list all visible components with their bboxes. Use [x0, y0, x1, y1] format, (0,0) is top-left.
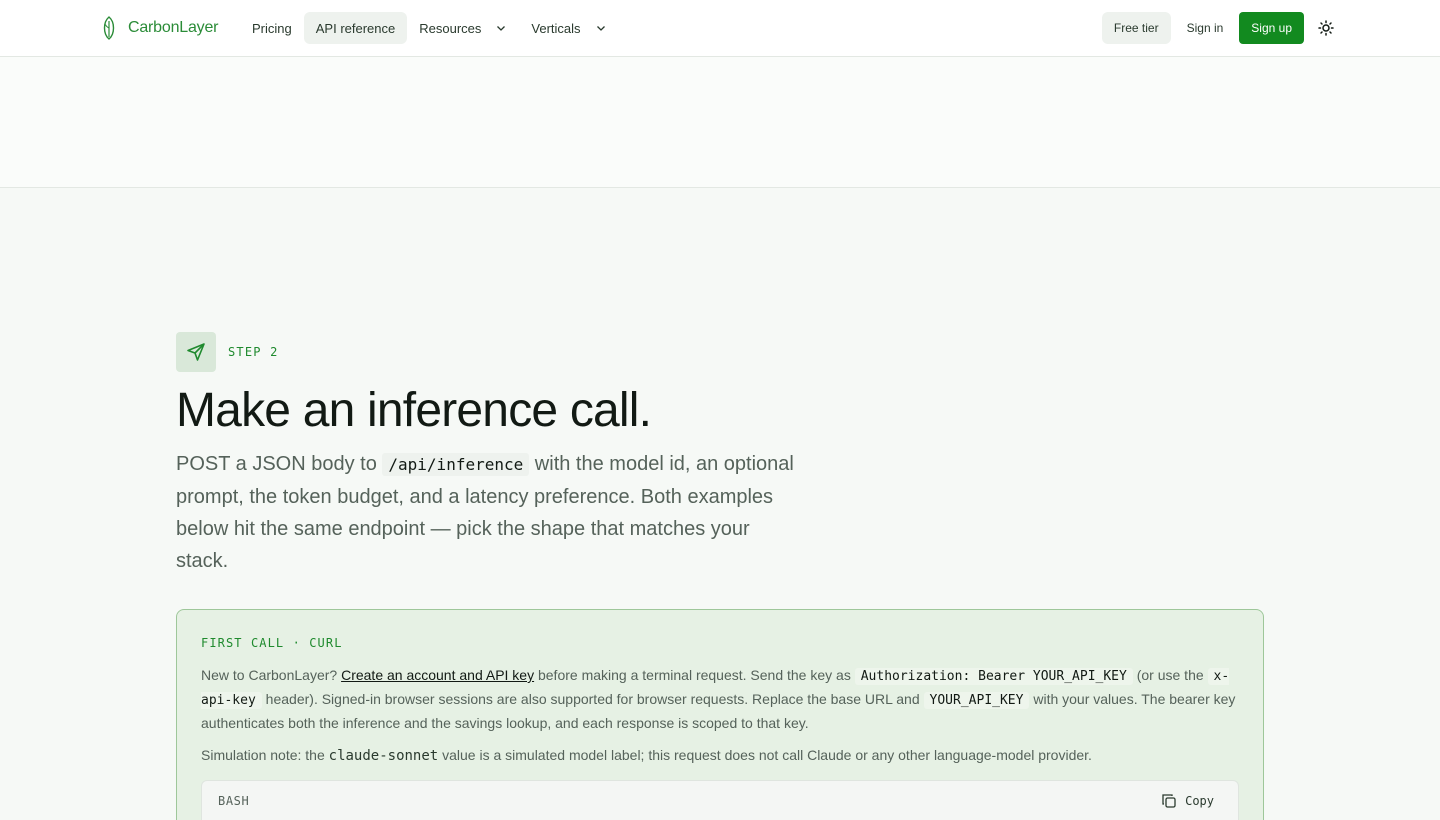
create-account-link[interactable]: Create an account and API key — [341, 667, 534, 683]
step-icon-badge — [176, 332, 216, 372]
step-label: STEP 2 — [228, 345, 279, 359]
code-block-header: BASH Copy — [201, 780, 1239, 820]
copy-button-label: Copy — [1185, 794, 1214, 808]
chevron-down-icon — [497, 26, 506, 31]
callout-text-4: header). Signed-in browser sessions are … — [261, 691, 924, 707]
top-navigation: CarbonLayer Pricing API reference Resour… — [0, 0, 1440, 57]
simulation-note: Simulation note: the claude-sonnet value… — [201, 745, 1239, 766]
lede-text-1: POST a JSON body to — [176, 453, 383, 475]
copy-icon — [1162, 794, 1176, 808]
header-actions: Free tier Sign in Sign up — [1101, 12, 1340, 44]
code-language-label: BASH — [218, 794, 250, 808]
note-text-2: value is a simulated model label; this r… — [438, 747, 1092, 763]
callout-eyebrow: FIRST CALL · CURL — [201, 636, 343, 650]
nav-verticals[interactable]: Verticals — [519, 12, 618, 44]
primary-nav: Pricing API reference Resources Vertical… — [240, 12, 619, 44]
endpoint-path: /api/inference — [382, 453, 530, 476]
nav-pricing[interactable]: Pricing — [240, 12, 304, 44]
callout-text-1: New to CarbonLayer? — [201, 667, 342, 683]
free-tier-button[interactable]: Free tier — [1101, 12, 1171, 44]
hero-band — [0, 57, 1440, 188]
brand-logo-link[interactable]: CarbonLayer — [100, 16, 219, 40]
sign-up-button[interactable]: Sign up — [1239, 12, 1304, 44]
page-title: Make an inference call. — [176, 384, 652, 437]
auth-header-code: Authorization: Bearer YOUR_API_KEY — [854, 668, 1133, 685]
nav-resources[interactable]: Resources — [407, 12, 519, 44]
nav-resources-label: Resources — [419, 20, 482, 36]
note-text-1: Simulation note: the — [201, 747, 329, 763]
callout-text-3: (or use the — [1132, 667, 1208, 683]
nav-pricing-label: Pricing — [252, 20, 292, 36]
nav-api-reference[interactable]: API reference — [303, 12, 408, 44]
section-description: POST a JSON body to /api/inference with … — [176, 448, 796, 577]
send-icon — [187, 343, 205, 361]
model-label-code: claude-sonnet — [328, 748, 439, 764]
sign-in-link[interactable]: Sign in — [1171, 12, 1240, 44]
theme-toggle-button[interactable] — [1312, 12, 1340, 44]
nav-verticals-label: Verticals — [531, 20, 581, 36]
step-indicator: STEP 2 — [176, 332, 279, 372]
api-key-placeholder-code: YOUR_API_KEY — [923, 692, 1030, 709]
callout-body: New to CarbonLayer? Create an account an… — [201, 664, 1239, 735]
first-call-callout: FIRST CALL · CURL New to CarbonLayer? Cr… — [176, 609, 1264, 820]
callout-text-2: before making a terminal request. Send t… — [534, 667, 855, 683]
copy-button[interactable]: Copy — [1153, 793, 1222, 809]
brand-name: CarbonLayer — [128, 19, 219, 36]
leaf-logo-icon — [103, 16, 115, 40]
nav-api-reference-label: API reference — [315, 20, 396, 36]
chevron-down-icon — [596, 26, 605, 31]
sun-icon — [1318, 20, 1334, 36]
